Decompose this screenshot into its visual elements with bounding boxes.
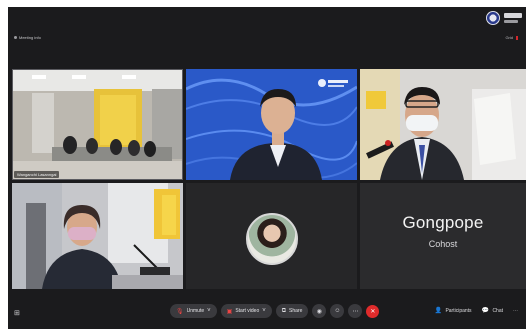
view-control[interactable]: Grid [505,35,518,40]
close-icon: ✕ [370,308,376,315]
side-controls: 👤 Participants 💬 Chat ⋯ [435,307,518,315]
participants-icon: 👤 [434,308,443,314]
leave-meeting-button[interactable]: ✕ [366,304,380,318]
more-panels-button[interactable]: ⋯ [513,308,518,314]
logo-wordmark [504,13,522,18]
meeting-info[interactable]: Meeting info [14,35,41,40]
chat-button[interactable]: 💬 Chat [482,307,503,314]
video-tile-3[interactable] [360,69,526,180]
chat-label: Chat [492,308,503,314]
recording-indicator [516,35,518,40]
meeting-toolbar: ⊞ 🎙 Unmute ˅ ▣ Start video ˅ ⧉ Share ◉ ☺ [8,295,526,329]
name-card-tile[interactable]: Gongpope Cohost [360,183,526,289]
view-label: Grid [505,35,513,40]
reactions-button[interactable]: ☺ [330,304,345,318]
chat-icon: 💬 [481,308,490,314]
unmute-label: Unmute [186,308,205,314]
video-frame [360,69,526,180]
start-video-button[interactable]: ▣ Start video ˅ [220,304,272,318]
video-frame [12,69,183,180]
microphone-muted-icon: 🎙 [176,308,184,315]
chevron-down-icon: ˅ [262,308,266,314]
participant-display-name: Gongpope [402,213,484,232]
avatar-tile[interactable] [186,183,357,289]
controls-group: 🎙 Unmute ˅ ▣ Start video ˅ ⧉ Share ◉ ☺ ⋯ [170,304,380,318]
unmute-button[interactable]: 🎙 Unmute ˅ [170,304,217,318]
layout-icon[interactable]: ⊞ [14,309,20,317]
participants-label: Participants [445,308,472,314]
more-options-button[interactable]: ⋯ [348,304,363,318]
participants-button[interactable]: 👤 Participants [435,307,472,314]
more-icon: ⋯ [513,307,518,314]
video-tile-4[interactable] [12,183,183,289]
video-frame [186,69,357,180]
video-tile-1[interactable]: Wanganchi Lasanngai [12,69,183,180]
info-icon [14,36,17,39]
video-tile-2[interactable] [186,69,357,180]
logo-subtitle [504,20,518,23]
meeting-info-label: Meeting info [19,35,41,40]
start-video-label: Start video [235,308,260,314]
share-label: Share [289,308,303,314]
participant-name: Wanganchi Lasanngai [14,171,60,178]
participant-role: Cohost [428,239,458,249]
more-icon: ⋯ [352,308,359,315]
participant-avatar [246,213,298,265]
camera-off-icon: ▣ [226,308,233,315]
chevron-down-icon: ˅ [207,308,211,314]
record-icon: ◉ [316,308,323,315]
video-frame [12,183,183,289]
share-button[interactable]: ⧉ Share [275,304,309,318]
organization-logo [486,11,500,25]
share-screen-icon: ⧉ [281,307,287,314]
record-button[interactable]: ◉ [312,304,327,318]
meeting-window: Meeting info Grid Wanganchi Lasanngai Go… [8,7,526,329]
smiley-icon: ☺ [334,308,341,314]
